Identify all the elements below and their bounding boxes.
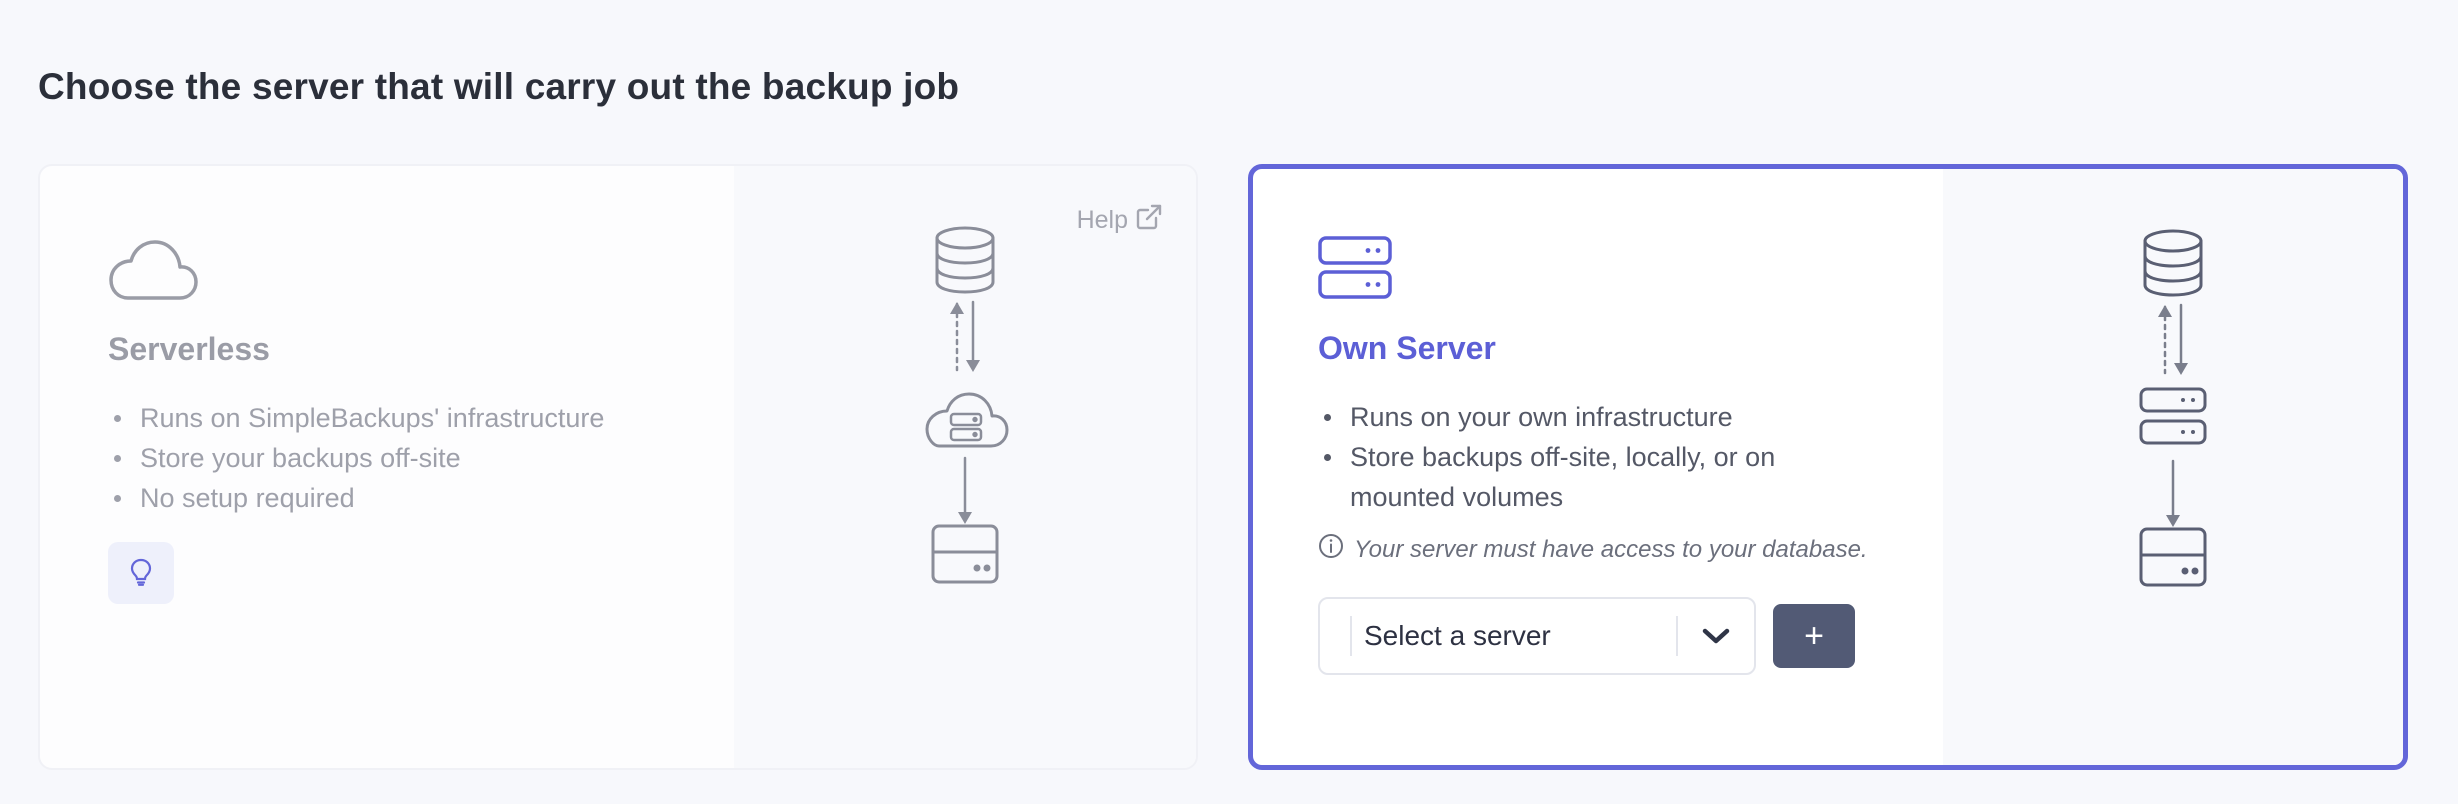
add-server-button[interactable]: +: [1773, 604, 1855, 668]
serverless-card-content: Serverless Runs on SimpleBackups' infras…: [40, 166, 734, 768]
server-icon: [2139, 387, 2207, 445]
server-select[interactable]: Select a server: [1318, 597, 1756, 675]
server-access-note: Your server must have access to your dat…: [1318, 533, 1868, 566]
serverless-diagram-panel: Help: [734, 166, 1196, 768]
tip-button[interactable]: [108, 542, 174, 604]
info-icon: [1318, 533, 1344, 566]
database-icon: [2143, 229, 2203, 297]
cloud-server-icon: [925, 392, 1009, 448]
external-link-icon: [1136, 204, 1162, 237]
list-item: Store your backups off-site: [108, 438, 604, 478]
own-server-feature-list: Runs on your own infrastructure Store ba…: [1318, 397, 1878, 517]
list-item: No setup required: [108, 478, 604, 518]
serverless-flow-diagram: [925, 226, 1009, 584]
server-icon: [1318, 235, 1392, 306]
lightbulb-icon: [130, 558, 152, 589]
own-server-diagram-panel: [1943, 169, 2403, 765]
server-select-value: Select a server: [1364, 620, 1551, 651]
help-link-label: Help: [1076, 206, 1128, 234]
note-text: Your server must have access to your dat…: [1354, 535, 1868, 563]
serverless-option-card[interactable]: Serverless Runs on SimpleBackups' infras…: [38, 164, 1198, 770]
own-server-card-content: Own Server Runs on your own infrastructu…: [1253, 169, 1943, 765]
own-server-heading: Own Server: [1318, 330, 1496, 366]
database-icon: [935, 226, 995, 294]
list-item: Store backups off-site, locally, or on m…: [1318, 437, 1878, 517]
list-item: Runs on SimpleBackups' infrastructure: [108, 398, 604, 438]
own-server-flow-diagram: [2139, 229, 2207, 587]
serverless-heading: Serverless: [108, 331, 270, 367]
cloud-icon: [108, 236, 198, 307]
storage-drive-icon: [2139, 527, 2207, 587]
storage-drive-icon: [931, 524, 999, 584]
page-title: Choose the server that will carry out th…: [38, 66, 960, 107]
chevron-down-icon[interactable]: [1678, 626, 1754, 646]
serverless-feature-list: Runs on SimpleBackups' infrastructure St…: [108, 398, 604, 518]
help-link[interactable]: Help: [1077, 204, 1162, 237]
list-item: Runs on your own infrastructure: [1318, 397, 1878, 437]
own-server-option-card[interactable]: Own Server Runs on your own infrastructu…: [1248, 164, 2408, 770]
